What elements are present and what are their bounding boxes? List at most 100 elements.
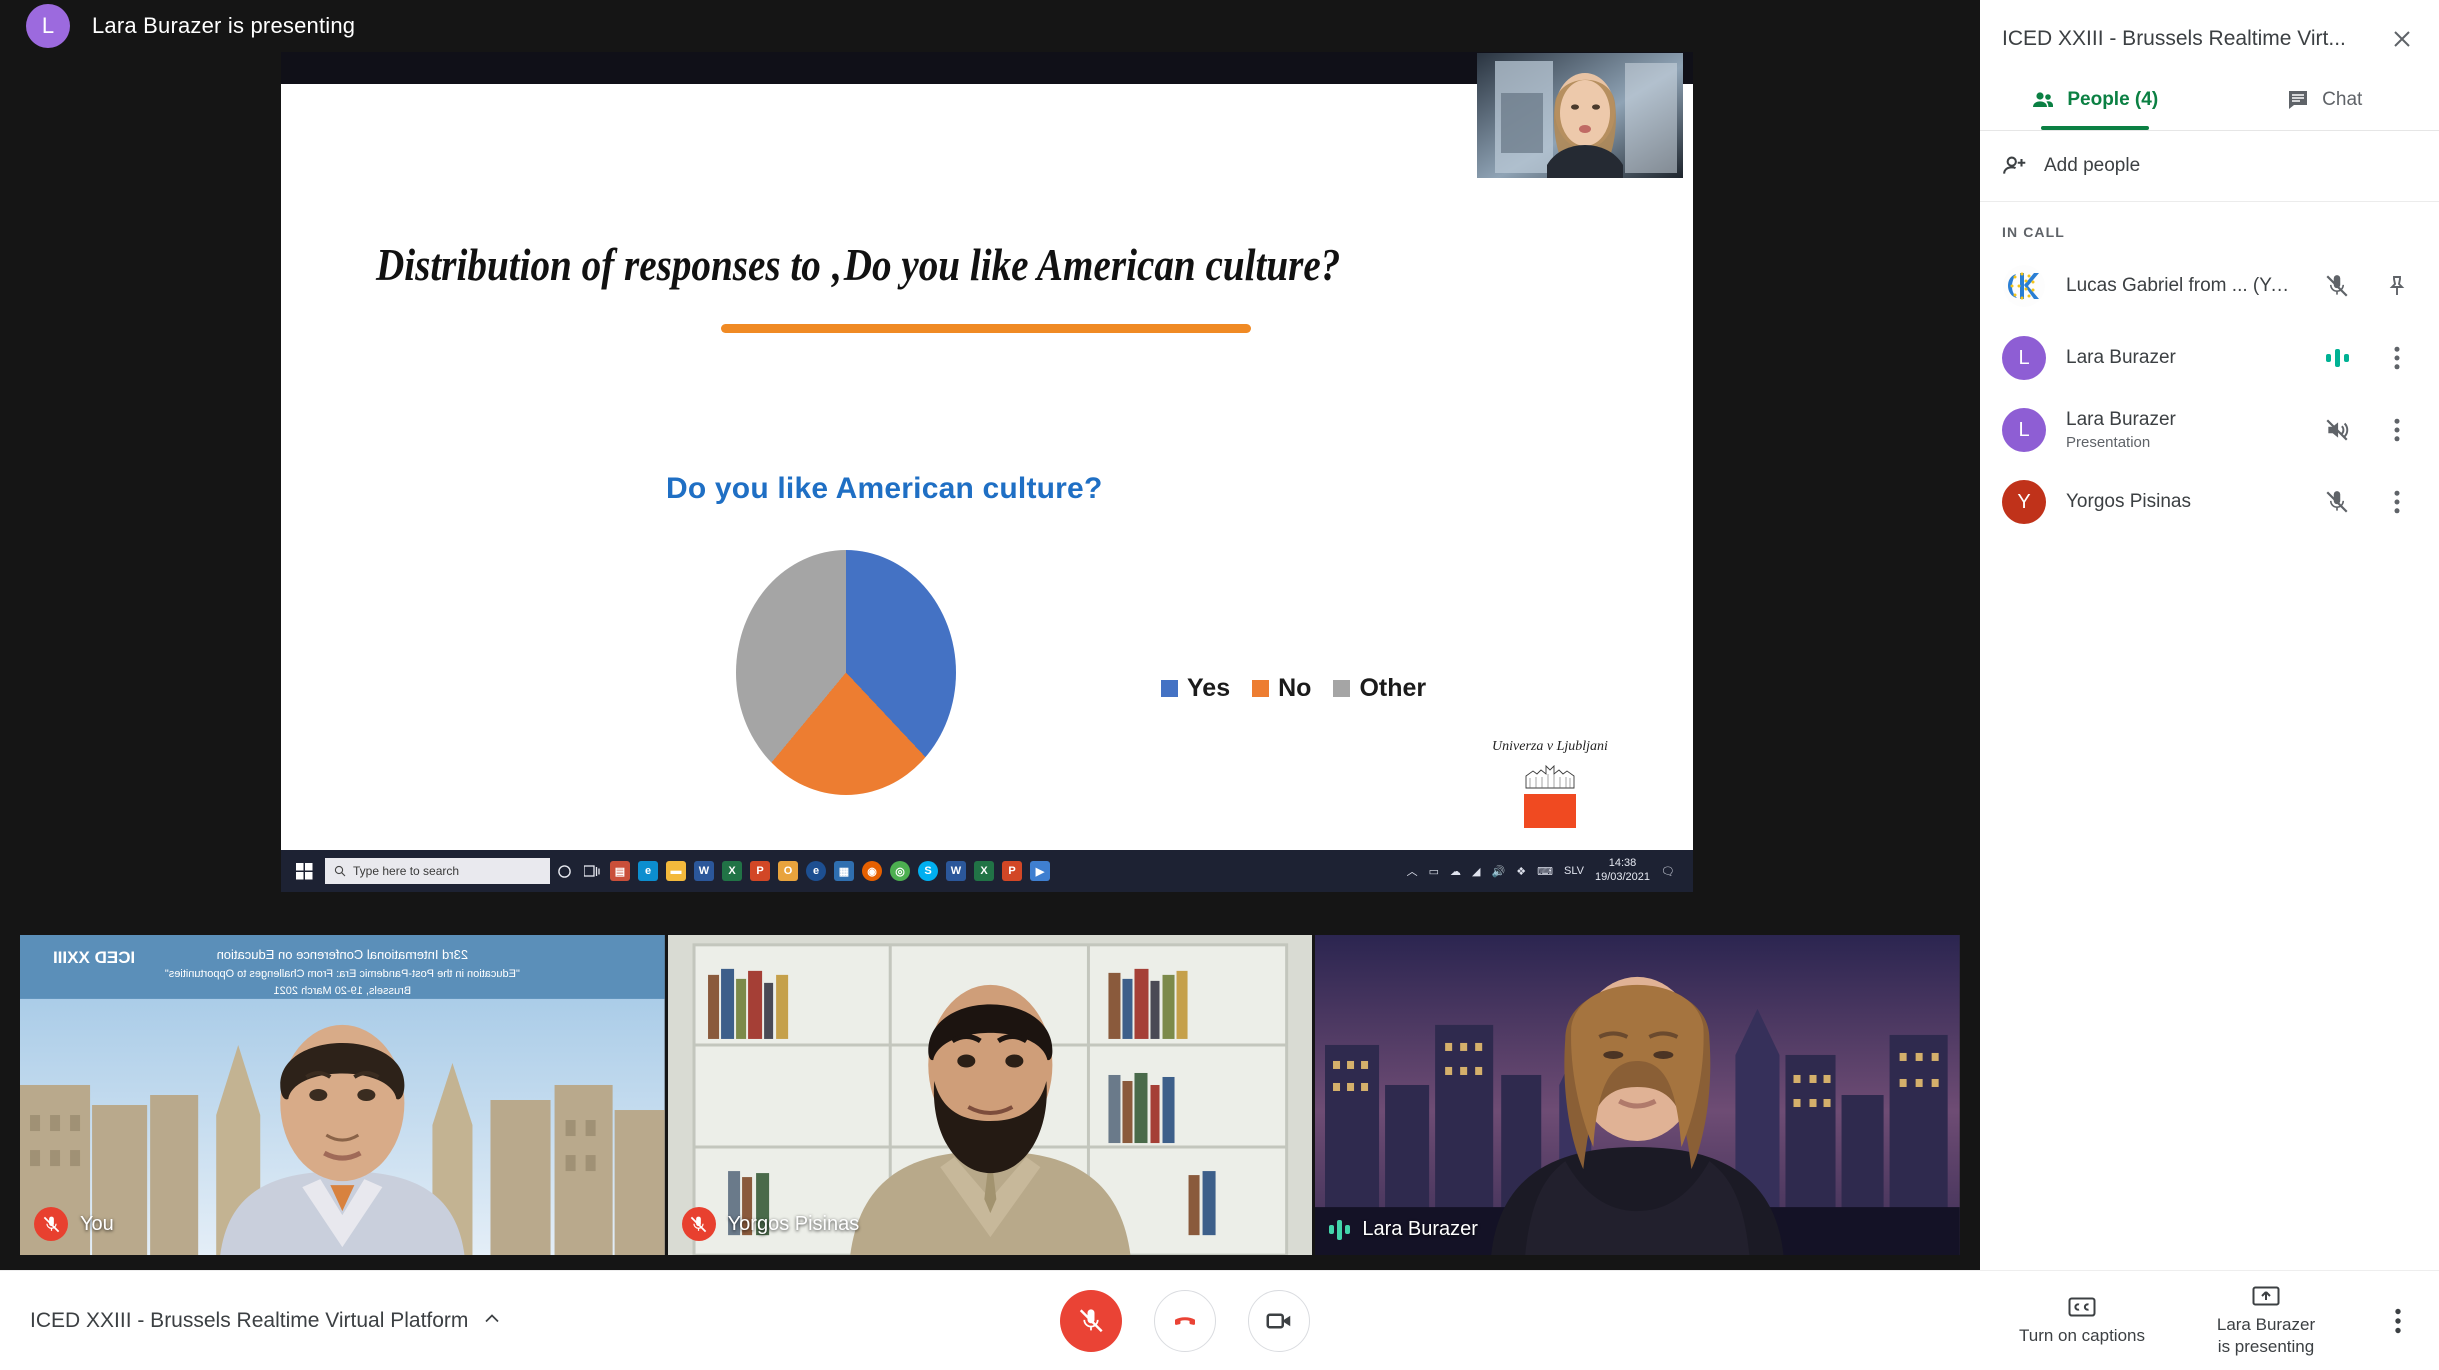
meeting-main-area: L Lara Burazer is presenting Distributio… — [0, 0, 1980, 1270]
excel-icon[interactable]: X — [718, 856, 746, 886]
avatar: L — [2002, 408, 2046, 452]
video-tile-lara-burazer[interactable]: Lara Burazer — [1315, 935, 1961, 1255]
tab-chat-label: Chat — [2322, 89, 2363, 110]
participant-names: Lucas Gabriel from ... (You) — [2066, 275, 2297, 297]
video-tile-label: Lara Burazer — [1329, 1218, 1478, 1241]
mute-microphone-button[interactable] — [1060, 1290, 1122, 1352]
windows-taskbar: Type here to search ▤ e ▬ W X P O e ▦ ◉ … — [281, 850, 1693, 892]
turn-on-captions-button[interactable]: Turn on captions — [2007, 1296, 2157, 1346]
excel-doc-icon[interactable]: X — [970, 856, 998, 886]
camera-toggle-button[interactable] — [1248, 1290, 1310, 1352]
add-people-label: Add people — [2044, 155, 2141, 176]
outlook-icon[interactable]: O — [774, 856, 802, 886]
pin-icon[interactable] — [2377, 274, 2417, 298]
legend-item: No — [1252, 674, 1311, 703]
bottom-bar-right: Turn on captions Lara Burazer is present… — [2007, 1271, 2421, 1370]
calculator-icon[interactable]: ▦ — [830, 856, 858, 886]
video-tile-name: Yorgos Pisinas — [727, 1212, 860, 1235]
present-label-line1: Lara Burazer — [2216, 1315, 2316, 1335]
building-icon — [1525, 764, 1575, 789]
close-icon[interactable] — [2385, 22, 2419, 56]
participant-names: Yorgos Pisinas — [2066, 491, 2297, 513]
participant-row-lara-burazer-presentation[interactable]: L Lara Burazer Presentation — [1980, 394, 2439, 466]
video-tile-yorgos-pisinas[interactable]: Yorgos Pisinas — [667, 935, 1313, 1255]
tab-people-label: People (4) — [2067, 89, 2159, 110]
slide-title: Distribution of responses to ‚Do you lik… — [376, 240, 1341, 290]
side-panel-tabs: People (4) Chat — [1980, 74, 2439, 131]
powerpoint-icon[interactable]: P — [746, 856, 774, 886]
participant-subtitle: Presentation — [2066, 434, 2151, 451]
svg-text:"Education in the Post-Pandemi: "Education in the Post-Pandemic Era: Fro… — [165, 968, 520, 980]
presenter-video-pip[interactable] — [1477, 53, 1683, 178]
legend-swatch-no — [1252, 680, 1270, 697]
present-now-button[interactable]: Lara Burazer is presenting — [2191, 1285, 2341, 1357]
legend-label-yes: Yes — [1187, 674, 1231, 702]
video-tile-you-image: 23rd International Conference on Educati… — [20, 935, 665, 1255]
clock-time: 14:38 — [1608, 857, 1637, 870]
skype-icon[interactable]: S — [914, 856, 942, 886]
university-logo: Univerza v Ljubljani — [1475, 739, 1625, 828]
tray-keyboard-icon[interactable]: ⌨ — [1537, 865, 1553, 878]
taskbar-clock[interactable]: 14:38 19/03/2021 — [1595, 857, 1650, 885]
side-panel-header: ICED XXIII - Brussels Realtime Virt... — [1980, 0, 2439, 74]
add-people-button[interactable]: Add people — [1980, 131, 2439, 202]
side-panel-title: ICED XXIII - Brussels Realtime Virt... — [2002, 27, 2346, 50]
svg-text:ICED XXIII: ICED XXIII — [53, 948, 135, 967]
video-tile-you[interactable]: 23rd International Conference on Educati… — [20, 935, 665, 1255]
cortana-icon[interactable] — [550, 856, 578, 886]
windows-start-icon[interactable] — [289, 856, 319, 886]
avatar: L — [2002, 336, 2046, 380]
file-explorer-icon[interactable]: ▬ — [662, 856, 690, 886]
bottom-bar-left: ICED XXIII - Brussels Realtime Virtual P… — [30, 1271, 502, 1370]
word-doc-icon[interactable]: W — [942, 856, 970, 886]
participant-video-strip: 23rd International Conference on Educati… — [20, 935, 1961, 1255]
pie-chart — [736, 550, 956, 795]
taskbar-search-input[interactable]: Type here to search — [325, 858, 550, 884]
participant-name: Lara Burazer — [2066, 347, 2176, 368]
participant-row-lucas-gabriel[interactable]: Lucas Gabriel from ... (You) — [1980, 250, 2439, 322]
internet-explorer-icon[interactable]: e — [802, 856, 830, 886]
presenting-banner: L Lara Burazer is presenting — [0, 0, 1980, 52]
person-add-icon — [2003, 156, 2026, 174]
pie-chart-slices — [736, 550, 956, 795]
action-center-icon[interactable]: 🗨 — [1661, 865, 1675, 878]
chevron-up-icon[interactable] — [482, 1309, 502, 1334]
more-vertical-icon — [2395, 1308, 2401, 1334]
avatar-initial: L — [2018, 418, 2030, 441]
shared-screen-window[interactable]: Distribution of responses to ‚Do you lik… — [281, 52, 1693, 892]
leave-call-button[interactable] — [1154, 1290, 1216, 1352]
avatar: Y — [2002, 480, 2046, 524]
participant-row-lara-burazer[interactable]: L Lara Burazer — [1980, 322, 2439, 394]
people-icon — [2033, 92, 2054, 107]
legend-item: Other — [1333, 674, 1426, 703]
tab-people[interactable]: People (4) — [1980, 74, 2210, 130]
bottom-bar-controls — [1060, 1271, 1310, 1370]
media-player-icon[interactable]: ▶ — [1026, 856, 1054, 886]
tray-network-icon[interactable]: ◢ — [1472, 865, 1480, 878]
more-vertical-icon[interactable] — [2377, 490, 2417, 514]
legend-swatch-other — [1333, 680, 1351, 697]
more-vertical-icon[interactable] — [2377, 418, 2417, 442]
edge-icon[interactable]: e — [634, 856, 662, 886]
presenting-banner-text: Lara Burazer is presenting — [92, 13, 356, 38]
firefox-icon[interactable]: ◉ — [858, 856, 886, 886]
word-icon[interactable]: W — [690, 856, 718, 886]
store-icon[interactable]: ▤ — [606, 856, 634, 886]
tray-onedrive-icon[interactable]: ☁ — [1450, 865, 1461, 878]
iced-logo-avatar-icon — [2003, 265, 2045, 307]
powerpoint-doc-icon[interactable]: P — [998, 856, 1026, 886]
tray-language-label[interactable]: SLV — [1564, 865, 1584, 877]
tray-expand-icon[interactable]: ︿ — [1407, 863, 1418, 879]
tray-battery-icon[interactable]: ▭ — [1429, 865, 1439, 878]
tray-dropbox-icon[interactable]: ❖ — [1516, 865, 1526, 878]
tray-volume-icon[interactable]: 🔊 — [1492, 865, 1506, 878]
mic-off-icon — [2317, 273, 2357, 299]
chrome-icon[interactable]: ◎ — [886, 856, 914, 886]
more-options-button[interactable] — [2375, 1298, 2421, 1344]
participant-row-yorgos-pisinas[interactable]: Y Yorgos Pisinas — [1980, 466, 2439, 538]
more-vertical-icon[interactable] — [2377, 346, 2417, 370]
task-view-icon[interactable] — [578, 856, 606, 886]
in-call-section-label: IN CALL — [2002, 224, 2065, 240]
tab-chat[interactable]: Chat — [2210, 74, 2439, 130]
mic-off-icon — [1079, 1309, 1103, 1333]
